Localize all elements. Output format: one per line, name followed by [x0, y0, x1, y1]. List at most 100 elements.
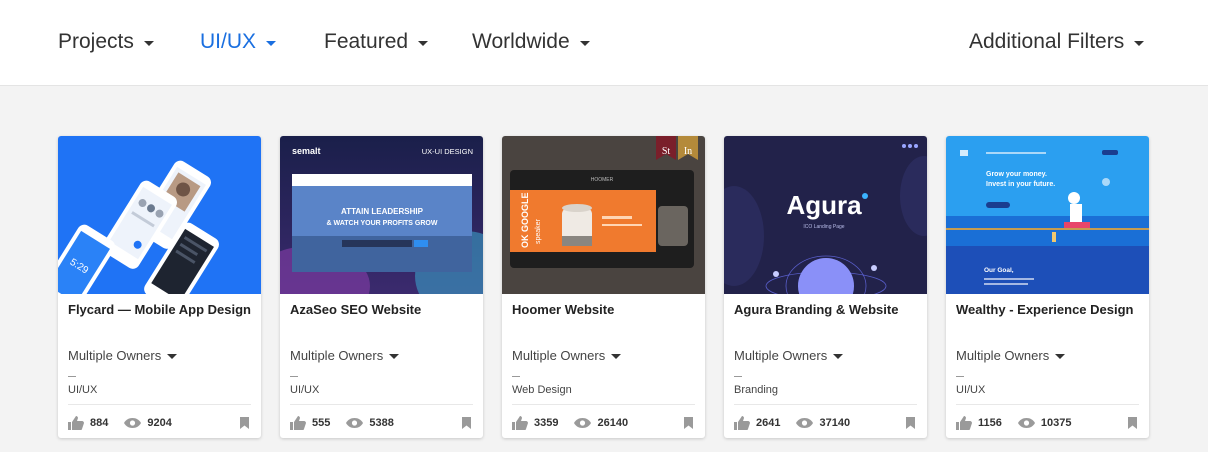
thumb-headline-text: ATTAIN LEADERSHIP	[341, 207, 424, 216]
thumbs-up-icon[interactable]	[956, 416, 972, 430]
project-card[interactable]: semalt UX-UI DESIGN ATTAIN LEADERSHIP & …	[280, 136, 483, 438]
thumb-headline-text: Invest in your future.	[986, 181, 1055, 188]
thumb-caption-text: UX-UI DESIGN	[422, 147, 473, 156]
category-label[interactable]: Web Design	[512, 384, 572, 396]
likes-count: 884	[90, 417, 109, 429]
card-title[interactable]: Agura Branding & Website	[734, 302, 898, 317]
likes-count: 1156	[978, 417, 1002, 429]
thumb-badge-text: In	[684, 146, 692, 157]
filter-bar: Projects UI/UX Featured Worldwide Additi…	[0, 0, 1208, 86]
uiux-label: UI/UX	[200, 30, 257, 53]
thumb-brand-text: semalt	[292, 146, 321, 156]
thumbs-up-icon[interactable]	[734, 416, 750, 430]
thumbs-up-icon[interactable]	[290, 416, 306, 430]
caret-down-icon	[143, 40, 154, 46]
project-thumbnail[interactable]: Grow your money. Invest in your future. …	[946, 136, 1149, 294]
worldwide-label: Worldwide	[472, 30, 570, 53]
divider	[512, 404, 695, 405]
thumbnail-image: semalt UX-UI DESIGN ATTAIN LEADERSHIP & …	[280, 136, 483, 294]
thumbs-up-icon[interactable]	[68, 416, 84, 430]
thumbs-up-icon[interactable]	[512, 416, 528, 430]
caret-down-icon	[1134, 40, 1145, 46]
divider	[956, 376, 964, 377]
caret-down-icon	[418, 40, 429, 46]
card-stats: 555 5388	[290, 415, 471, 431]
divider	[290, 376, 298, 377]
likes-count: 555	[312, 417, 331, 429]
owners-dropdown[interactable]: Multiple Owners	[734, 348, 844, 363]
thumbnail-image: St In HOOMER OK GOOGLE speaker	[502, 136, 705, 294]
category-label[interactable]: UI/UX	[68, 384, 97, 396]
bookmark-icon[interactable]	[906, 417, 915, 429]
owners-dropdown[interactable]: Multiple Owners	[512, 348, 622, 363]
thumbnail-image: 5:29	[58, 136, 261, 294]
additional-filters-dropdown[interactable]: Additional Filters	[969, 30, 1145, 54]
project-thumbnail[interactable]: semalt UX-UI DESIGN ATTAIN LEADERSHIP & …	[280, 136, 483, 294]
thumbnail-image: Grow your money. Invest in your future. …	[946, 136, 1149, 294]
project-card[interactable]: Grow your money. Invest in your future. …	[946, 136, 1149, 438]
caret-down-icon	[266, 40, 277, 46]
divider	[734, 404, 917, 405]
card-title[interactable]: Wealthy - Experience Design	[956, 302, 1134, 317]
views-count: 26140	[597, 417, 629, 429]
bookmark-icon[interactable]	[1128, 417, 1137, 429]
thumb-caption-text: ICO Landing Page	[803, 224, 844, 230]
divider	[512, 376, 520, 377]
caret-down-icon	[579, 40, 590, 46]
card-title[interactable]: Flycard — Mobile App Design	[68, 302, 251, 317]
worldwide-dropdown[interactable]: Worldwide	[472, 30, 590, 54]
project-thumbnail[interactable]: St In HOOMER OK GOOGLE speaker	[502, 136, 705, 294]
category-label[interactable]: UI/UX	[956, 384, 985, 396]
bookmark-icon[interactable]	[240, 417, 249, 429]
card-stats: 3359 26140	[512, 415, 693, 431]
owners-dropdown[interactable]: Multiple Owners	[68, 348, 178, 363]
card-stats: 884 9204	[68, 415, 249, 431]
thumb-brand-text: Agura	[786, 190, 862, 220]
owners-label: Multiple Owners	[734, 348, 828, 363]
thumb-vertical-text: OK GOOGLE	[520, 192, 530, 248]
card-title[interactable]: AzaSeo SEO Website	[290, 302, 421, 317]
divider	[68, 376, 76, 377]
divider	[290, 404, 473, 405]
owners-dropdown[interactable]: Multiple Owners	[290, 348, 400, 363]
projects-label: Projects	[58, 30, 134, 53]
bookmark-icon[interactable]	[684, 417, 693, 429]
featured-dropdown[interactable]: Featured	[324, 30, 429, 54]
divider	[734, 376, 742, 377]
featured-label: Featured	[324, 30, 409, 53]
eye-icon	[346, 418, 364, 428]
likes-count: 2641	[756, 417, 781, 429]
owners-label: Multiple Owners	[290, 348, 384, 363]
card-title[interactable]: Hoomer Website	[512, 302, 614, 317]
projects-dropdown[interactable]: Projects	[58, 30, 154, 54]
eye-icon	[796, 418, 814, 428]
thumb-subheadline-text: & WATCH YOUR PROFITS GROW	[327, 220, 438, 227]
category-label[interactable]: Branding	[734, 384, 778, 396]
views-count: 37140	[819, 417, 851, 429]
project-thumbnail[interactable]: 5:29	[58, 136, 261, 294]
thumb-vertical-text: speaker	[535, 218, 542, 244]
owners-label: Multiple Owners	[68, 348, 162, 363]
owners-dropdown[interactable]: Multiple Owners	[956, 348, 1066, 363]
caret-down-icon	[1055, 354, 1066, 359]
uiux-dropdown[interactable]: UI/UX	[200, 30, 277, 54]
caret-down-icon	[833, 354, 844, 359]
owners-label: Multiple Owners	[956, 348, 1050, 363]
views-count: 10375	[1040, 417, 1072, 429]
project-thumbnail[interactable]: Agura ICO Landing Page	[724, 136, 927, 294]
project-card[interactable]: Agura ICO Landing Page Agura Branding & …	[724, 136, 927, 438]
thumb-section-text: Our Goal,	[984, 267, 1014, 274]
views-count: 5388	[369, 417, 394, 429]
project-card[interactable]: 5:29 Flycard — Mobile App Design Multipl…	[58, 136, 261, 438]
bookmark-icon[interactable]	[462, 417, 471, 429]
thumbnail-image: Agura ICO Landing Page	[724, 136, 927, 294]
category-label[interactable]: UI/UX	[290, 384, 319, 396]
eye-icon	[1017, 418, 1035, 428]
project-card[interactable]: St In HOOMER OK GOOGLE speaker Hoomer We…	[502, 136, 705, 438]
owners-label: Multiple Owners	[512, 348, 606, 363]
card-stats: 2641 37140	[734, 415, 915, 431]
caret-down-icon	[611, 354, 622, 359]
views-count: 9204	[147, 417, 172, 429]
eye-icon	[574, 418, 592, 428]
likes-count: 3359	[534, 417, 559, 429]
